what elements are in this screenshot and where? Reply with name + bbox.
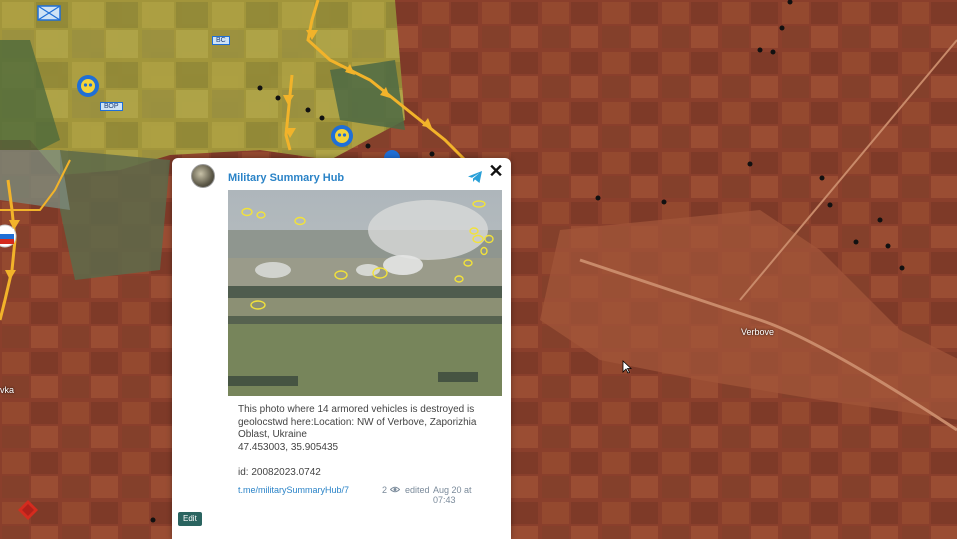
town-label-partial: vka	[0, 385, 15, 395]
skull-marker[interactable]	[77, 75, 99, 97]
mouse-cursor-icon	[622, 360, 632, 374]
edit-button[interactable]: Edit	[178, 512, 202, 526]
channel-avatar[interactable]	[191, 164, 215, 188]
telegram-icon[interactable]	[467, 170, 483, 184]
unit-symbol-icon[interactable]	[37, 5, 61, 21]
eye-icon	[390, 486, 400, 493]
post-link[interactable]: t.me/militarySummaryHub/7	[238, 485, 349, 495]
post-date[interactable]: Aug 20 at 07:43	[433, 485, 496, 505]
post-text: This photo where 14 armored vehicles is …	[238, 404, 477, 478]
grey-zone	[60, 150, 170, 280]
telegram-post-card: Military Summary Hub This photo where 14…	[182, 158, 504, 505]
unit-label: ВОР	[100, 102, 123, 111]
post-photo[interactable]	[228, 190, 502, 396]
post-footer: t.me/militarySummaryHub/7 2 edited Aug 2…	[238, 485, 496, 505]
views-count: 2	[382, 485, 388, 495]
telegram-post-popup: ✕ Military Summary Hub This photo where …	[172, 158, 511, 539]
town-label-verbove: Verbove	[741, 327, 775, 337]
channel-name[interactable]: Military Summary Hub	[228, 172, 344, 184]
skull-marker[interactable]	[331, 125, 353, 147]
unit-label: BC	[212, 36, 230, 45]
edited-label: edited	[405, 485, 430, 495]
